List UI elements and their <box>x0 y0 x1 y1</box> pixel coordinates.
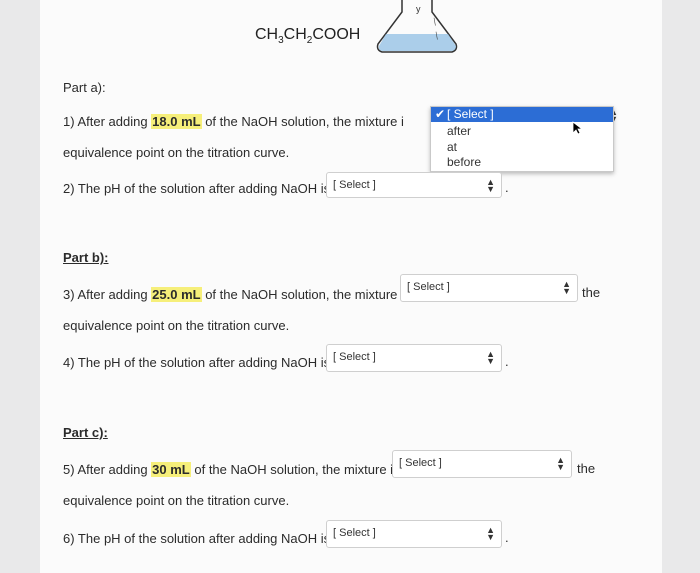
part-a-title: Part a): <box>63 80 106 95</box>
q3-suffix: the <box>582 285 601 300</box>
q6-text: 6) The pH of the solution after adding N… <box>63 531 331 546</box>
q1-text: 1) After adding 18.0 mL of the NaOH solu… <box>63 114 404 129</box>
q3-select[interactable]: [ Select ] ▲ ▼ <box>400 274 578 302</box>
dropdown-option-before[interactable]: before <box>447 155 481 169</box>
q2-period: . <box>505 180 509 195</box>
q5-suffix: the <box>577 461 596 476</box>
q4-text: 4) The pH of the solution after adding N… <box>63 355 331 370</box>
dropdown-option-at[interactable]: at <box>447 140 457 154</box>
select-arrows-icon: ▲▼ <box>556 455 565 472</box>
q1-line2: equivalence point on the titration curve… <box>63 145 290 160</box>
select-arrows-icon: ▲▼ <box>486 177 495 194</box>
q3-text: 3) After adding 25.0 mL of the NaOH solu… <box>63 287 411 302</box>
select-arrows-icon: ▲▼ <box>486 349 495 366</box>
q2-text: 2) The pH of the solution after adding N… <box>63 181 331 196</box>
dropdown-option-after[interactable]: after <box>447 124 471 138</box>
q2-select[interactable]: [ Select ] ▲ ▼ <box>326 172 502 198</box>
formula: CH3CH2COOH <box>255 26 361 47</box>
question-panel: CH3CH2COOH у — — Part a): 1) After addin… <box>40 0 662 573</box>
q5-line2: equivalence point on the titration curve… <box>63 493 290 508</box>
dropdown-option-select[interactable]: ✔ [ Select ] <box>431 107 613 122</box>
cursor-icon <box>572 121 582 135</box>
q5-text: 5) After adding 30 mL of the NaOH soluti… <box>63 462 400 477</box>
select-arrows-icon: ▲▼ <box>486 525 495 542</box>
q6-period: . <box>505 530 509 545</box>
flask-icon: у — — <box>376 0 458 53</box>
part-b-title: Part b): <box>63 250 109 265</box>
q1-dropdown-menu: ✔ [ Select ] after at before <box>430 106 614 172</box>
flask-mark: — <box>430 17 440 26</box>
q4-select[interactable]: [ Select ] ▲ ▼ <box>326 344 502 372</box>
q5-select[interactable]: [ Select ] ▲ ▼ <box>392 450 572 478</box>
q3-line2: equivalence point on the titration curve… <box>63 318 290 333</box>
flask-mark: у <box>416 4 421 14</box>
part-c-title: Part c): <box>63 425 108 440</box>
q4-period: . <box>505 354 509 369</box>
flask-mark: — <box>432 31 442 40</box>
check-icon: ✔ <box>435 107 446 121</box>
q6-select[interactable]: [ Select ] ▲ ▼ <box>326 520 502 548</box>
select-arrows-icon: ▲▼ <box>562 279 571 296</box>
